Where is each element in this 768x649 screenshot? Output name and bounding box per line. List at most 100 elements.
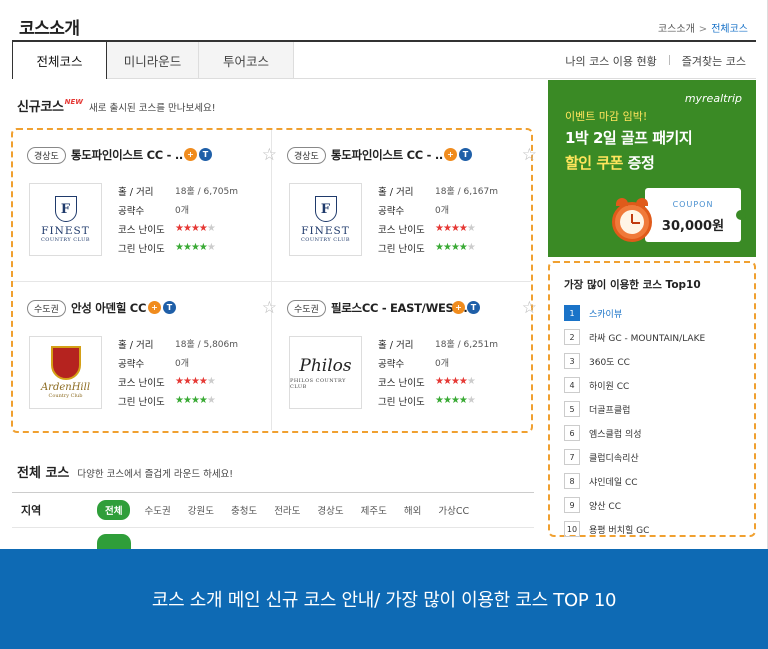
course-name[interactable]: 더골프클럽 [589,403,630,416]
logo-sub: PHILOS COUNTRY CLUB [290,377,346,390]
course-name[interactable]: 스카이뷰 [589,307,622,320]
course-difficulty-rating: ★ ★ ★ ★ ★ [175,376,216,387]
course-difficulty-rating: ★ ★ ★ ★ ★ [435,376,476,387]
course-name[interactable]: 하이원 CC [589,379,629,392]
rating-star-icon: ★ [206,395,216,406]
course-name[interactable]: 클럽디속리산 [589,451,639,464]
rank-number: 3 [564,353,580,369]
course-difficulty-rating: ★ ★ ★ ★ ★ [175,223,216,234]
all-courses-title: 전체 코스 [17,466,70,481]
region-badge: 수도권 [287,300,326,317]
course-name[interactable]: 통도파인이스트 CC - .. [331,147,443,163]
course-name[interactable]: 샤인데일 CC [589,475,638,488]
region-badge: 수도권 [27,300,66,317]
logo-word: Philos [299,355,352,376]
top10-item[interactable]: 5 더골프클럽 [564,397,705,421]
favorite-star-icon[interactable]: ☆ [262,145,277,165]
rating-star-icon: ★ [442,376,452,387]
top10-item[interactable]: 10 용평 버치힐 GC [564,517,705,541]
rating-star-icon: ★ [466,395,476,406]
clock-bell-right [636,198,648,206]
course-difficulty-label: 코스 난이도 [118,377,165,389]
top10-item[interactable]: 7 클럽디속리산 [564,445,705,469]
top10-item[interactable]: 1 스카이뷰 [564,301,705,325]
rating-star-icon: ★ [435,223,444,234]
breadcrumb-parent[interactable]: 코스소개 [658,24,695,35]
course-name[interactable]: 엠스클럽 의성 [589,427,642,440]
rating-star-icon: ★ [206,376,216,387]
rating-star-icon: ★ [190,376,200,387]
course-card[interactable]: 경상도 통도파인이스트 CC - .. + T ☆ F FINEST COUNT… [287,145,537,287]
plus-icon: + [184,148,197,161]
region-filter-virtual[interactable]: 가상CC [438,503,469,517]
top10-item[interactable]: 2 라싸 GC - MOUNTAIN/LAKE [564,325,705,349]
ad-headline-small: 이벤트 마감 임박! [565,110,648,123]
region-filter-chungcheong[interactable]: 충청도 [231,503,257,517]
course-name[interactable]: 용평 버치힐 GC [589,523,649,536]
course-difficulty-label: 코스 난이도 [118,224,165,236]
course-name[interactable]: 통도파인이스트 CC - .. [71,147,183,163]
clock-hand-minute [632,222,640,224]
course-difficulty-rating: ★ ★ ★ ★ ★ [435,223,476,234]
green-difficulty-label: 그린 난이도 [118,243,165,255]
rating-star-icon: ★ [182,242,192,253]
rating-star-icon: ★ [206,223,216,234]
link-divider [668,55,670,65]
tab-all-courses[interactable]: 전체코스 [12,42,107,79]
course-feature-icons: + T [444,148,472,161]
favorite-star-icon[interactable]: ☆ [522,298,537,318]
coupon-notch [736,210,746,220]
rank-number: 4 [564,377,580,393]
rank-number: 8 [564,473,580,489]
course-card[interactable]: 경상도 통도파인이스트 CC - .. + T ☆ F FINEST COUNT… [27,145,277,287]
top10-item[interactable]: 9 양산 CC [564,493,705,517]
course-difficulty-label: 코스 난이도 [378,377,425,389]
rating-star-icon: ★ [190,395,200,406]
course-card[interactable]: 수도권 안성 아덴힐 CC + T ☆ ArdenHill Country Cl… [27,298,277,440]
holes-value: 18홀 / 6,251m [435,340,499,350]
strategies-value: 0개 [175,206,190,216]
tabs-divider [294,78,756,79]
secondary-filter-chip[interactable] [97,534,131,549]
favorite-star-icon[interactable]: ☆ [522,145,537,165]
rating-star-icon: ★ [206,242,216,253]
strategies-label: 공략수 [118,358,145,370]
holes-value: 18홀 / 6,167m [435,187,499,197]
caption-bar: 코스 소개 메인 신규 코스 안내/ 가장 많이 이용한 코스 TOP 10 [0,549,768,649]
course-difficulty-label: 코스 난이도 [378,224,425,236]
course-name[interactable]: 라싸 GC - MOUNTAIN/LAKE [589,331,705,344]
top10-item[interactable]: 6 엠스클럽 의성 [564,421,705,445]
favorite-courses-link[interactable]: 즐겨찾는 코스 [682,53,746,69]
event-ad-banner[interactable]: myrealtrip 이벤트 마감 임박! 1박 2일 골프 패키지 할인 쿠폰… [548,80,756,257]
course-intro-page: 코스소개 코스소개 > 전체코스 전체코스 미니라운드 투어코스 나의 코스 이용 … [0,0,768,549]
favorite-star-icon[interactable]: ☆ [262,298,277,318]
region-filter-capital[interactable]: 수도권 [144,503,170,517]
course-name[interactable]: 필로스CC - EAST/WEST.. [331,300,468,316]
strategies-value: 0개 [435,206,450,216]
top10-item[interactable]: 4 하이원 CC [564,373,705,397]
top10-item[interactable]: 3 360도 CC [564,349,705,373]
region-filter-jeju[interactable]: 제주도 [361,503,387,517]
region-filter-jeolla[interactable]: 전라도 [274,503,300,517]
rating-star-icon: ★ [458,223,468,234]
tab-mini-round[interactable]: 미니라운드 [107,42,199,79]
region-filter-overseas[interactable]: 해외 [404,503,421,517]
plus-icon: + [148,301,161,314]
tab-tour-course[interactable]: 투어코스 [199,42,294,79]
breadcrumb-current[interactable]: 전체코스 [711,24,748,35]
region-filter-gyeongsang[interactable]: 경상도 [317,503,343,517]
rating-star-icon: ★ [198,395,208,406]
rating-star-icon: ★ [450,376,460,387]
my-course-usage-link[interactable]: 나의 코스 이용 현황 [565,53,656,69]
course-feature-icons: + T [148,301,176,314]
course-name[interactable]: 양산 CC [589,499,621,512]
top10-item[interactable]: 8 샤인데일 CC [564,469,705,493]
holes-label: 홀 / 거리 [118,186,154,198]
region-filter-gangwon[interactable]: 강원도 [188,503,214,517]
region-filter-all[interactable]: 전체 [97,500,131,520]
course-card[interactable]: 수도권 필로스CC - EAST/WEST.. + T ☆ Philos PHI… [287,298,537,440]
course-name[interactable]: 안성 아덴힐 CC [71,300,146,316]
top10-panel: 가장 많이 이용한 코스 Top10 1 스카이뷰 2 라싸 GC - MOUNTA… [548,261,756,537]
rating-star-icon: ★ [198,223,208,234]
course-name[interactable]: 360도 CC [589,355,630,368]
